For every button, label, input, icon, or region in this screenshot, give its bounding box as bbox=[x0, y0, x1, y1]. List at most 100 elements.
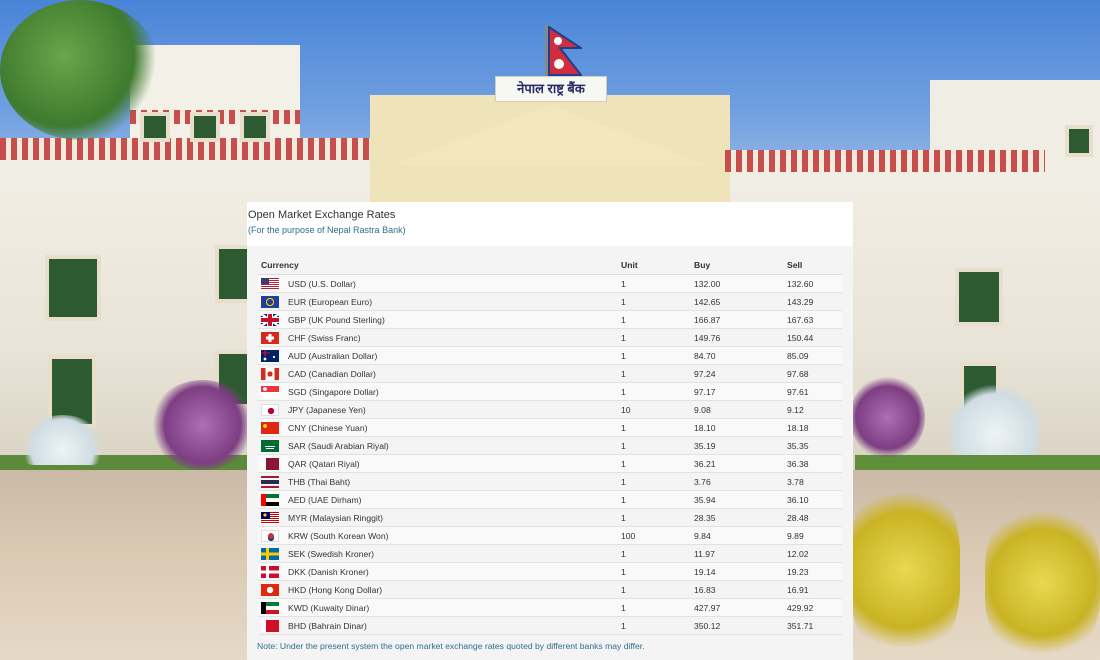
buy-rate: 19.14 bbox=[694, 562, 787, 581]
currency-name: CHF (Swiss Franc) bbox=[288, 328, 621, 347]
table-row: THB (Thai Baht) 1 3.76 3.78 bbox=[258, 472, 842, 491]
eu-flag-icon bbox=[261, 295, 279, 308]
currency-name: SEK (Swedish Kroner) bbox=[288, 544, 621, 563]
ca-flag-icon bbox=[261, 367, 279, 380]
sell-rate: 150.44 bbox=[787, 328, 842, 347]
table-row: USD (U.S. Dollar) 1 132.00 132.60 bbox=[258, 274, 842, 293]
bh-flag-icon bbox=[261, 619, 279, 632]
table-row: QAR (Qatari Riyal) 1 36.21 36.38 bbox=[258, 454, 842, 473]
currency-name: KWD (Kuwaity Dinar) bbox=[288, 598, 621, 617]
window bbox=[190, 112, 220, 142]
unit-value: 1 bbox=[621, 616, 694, 635]
table-row: AED (UAE Dirham) 1 35.94 36.10 bbox=[258, 490, 842, 509]
table-row: GBP (UK Pound Sterling) 1 166.87 167.63 bbox=[258, 310, 842, 329]
table-row: JPY (Japanese Yen) 10 9.08 9.12 bbox=[258, 400, 842, 419]
buy-rate: 18.10 bbox=[694, 418, 787, 437]
hk-flag-icon bbox=[261, 583, 279, 596]
sell-rate: 9.12 bbox=[787, 400, 842, 419]
unit-value: 1 bbox=[621, 562, 694, 581]
currency-name: SAR (Saudi Arabian Riyal) bbox=[288, 436, 621, 455]
window bbox=[1065, 125, 1093, 157]
sell-rate: 97.61 bbox=[787, 382, 842, 401]
sell-rate: 16.91 bbox=[787, 580, 842, 599]
qa-flag-icon bbox=[261, 457, 279, 470]
table-row: SAR (Saudi Arabian Riyal) 1 35.19 35.35 bbox=[258, 436, 842, 455]
buy-rate: 3.76 bbox=[694, 472, 787, 491]
sell-rate: 19.23 bbox=[787, 562, 842, 581]
au-flag-icon bbox=[261, 349, 279, 362]
table-row: KRW (South Korean Won) 100 9.84 9.89 bbox=[258, 526, 842, 545]
table-row: BHD (Bahrain Dinar) 1 350.12 351.71 bbox=[258, 616, 842, 635]
unit-value: 100 bbox=[621, 526, 694, 545]
unit-value: 1 bbox=[621, 436, 694, 455]
currency-name: HKD (Hong Kong Dollar) bbox=[288, 580, 621, 599]
building-pediment bbox=[395, 105, 705, 165]
table-row: CHF (Swiss Franc) 1 149.76 150.44 bbox=[258, 328, 842, 347]
yellow-bush bbox=[850, 480, 960, 660]
cn-flag-icon bbox=[261, 421, 279, 434]
table-row: HKD (Hong Kong Dollar) 1 16.83 16.91 bbox=[258, 580, 842, 599]
sell-rate: 28.48 bbox=[787, 508, 842, 527]
table-row: AUD (Australian Dollar) 1 84.70 85.09 bbox=[258, 346, 842, 365]
ch-flag-icon bbox=[261, 331, 279, 344]
table-row: SGD (Singapore Dollar) 1 97.17 97.61 bbox=[258, 382, 842, 401]
unit-value: 1 bbox=[621, 580, 694, 599]
currency-name: SGD (Singapore Dollar) bbox=[288, 382, 621, 401]
unit-value: 1 bbox=[621, 274, 694, 293]
sell-rate: 351.71 bbox=[787, 616, 842, 635]
currency-name: JPY (Japanese Yen) bbox=[288, 400, 621, 419]
table-row: SEK (Swedish Kroner) 1 11.97 12.02 bbox=[258, 544, 842, 563]
buy-rate: 11.97 bbox=[694, 544, 787, 563]
my-flag-icon bbox=[261, 511, 279, 524]
currency-name: AED (UAE Dirham) bbox=[288, 490, 621, 509]
sell-rate: 132.60 bbox=[787, 274, 842, 293]
buy-rate: 166.87 bbox=[694, 310, 787, 329]
sell-rate: 167.63 bbox=[787, 310, 842, 329]
fountain bbox=[950, 385, 1040, 455]
unit-column-header: Unit bbox=[621, 256, 694, 275]
panel-title: Open Market Exchange Rates bbox=[248, 209, 396, 221]
buy-rate: 149.76 bbox=[694, 328, 787, 347]
currency-name: MYR (Malaysian Ringgit) bbox=[288, 508, 621, 527]
buy-rate: 97.24 bbox=[694, 364, 787, 383]
buy-rate: 16.83 bbox=[694, 580, 787, 599]
sell-rate: 18.18 bbox=[787, 418, 842, 437]
unit-value: 1 bbox=[621, 490, 694, 509]
buy-rate: 142.65 bbox=[694, 292, 787, 311]
sell-column-header: Sell bbox=[787, 256, 842, 275]
balcony-railing bbox=[0, 138, 370, 160]
buy-rate: 97.17 bbox=[694, 382, 787, 401]
nepal-flag-icon bbox=[548, 26, 582, 76]
unit-value: 1 bbox=[621, 544, 694, 563]
sell-rate: 35.35 bbox=[787, 436, 842, 455]
sell-rate: 12.02 bbox=[787, 544, 842, 563]
rate-rows: USD (U.S. Dollar) 1 132.00 132.60 EUR (E… bbox=[258, 274, 842, 635]
currency-name: CAD (Canadian Dollar) bbox=[288, 364, 621, 383]
fountain bbox=[25, 415, 100, 465]
currency-column-header: Currency bbox=[258, 256, 621, 275]
unit-value: 1 bbox=[621, 418, 694, 437]
sell-rate: 36.10 bbox=[787, 490, 842, 509]
jp-flag-icon bbox=[261, 403, 279, 416]
panel-header: Open Market Exchange Rates (For the purp… bbox=[247, 202, 853, 246]
flower-bush bbox=[850, 375, 925, 460]
sell-rate: 36.38 bbox=[787, 454, 842, 473]
table-header-row: Currency Unit Buy Sell bbox=[258, 256, 842, 275]
disclaimer-note: Note: Under the present system the open … bbox=[257, 641, 645, 651]
exchange-rates-table: Currency Unit Buy Sell USD (U.S. Dollar)… bbox=[258, 256, 842, 635]
table-row: DKK (Danish Kroner) 1 19.14 19.23 bbox=[258, 562, 842, 581]
currency-name: GBP (UK Pound Sterling) bbox=[288, 310, 621, 329]
buy-rate: 28.35 bbox=[694, 508, 787, 527]
bank-sign-board: नेपाल राष्ट्र बैंक bbox=[495, 76, 607, 102]
window bbox=[240, 112, 270, 142]
currency-name: QAR (Qatari Riyal) bbox=[288, 454, 621, 473]
th-flag-icon bbox=[261, 475, 279, 488]
yellow-bush bbox=[985, 505, 1100, 660]
buy-rate: 9.84 bbox=[694, 526, 787, 545]
currency-name: AUD (Australian Dollar) bbox=[288, 346, 621, 365]
unit-value: 1 bbox=[621, 364, 694, 383]
ae-flag-icon bbox=[261, 493, 279, 506]
balcony-railing bbox=[725, 150, 1045, 172]
unit-value: 10 bbox=[621, 400, 694, 419]
buy-rate: 36.21 bbox=[694, 454, 787, 473]
